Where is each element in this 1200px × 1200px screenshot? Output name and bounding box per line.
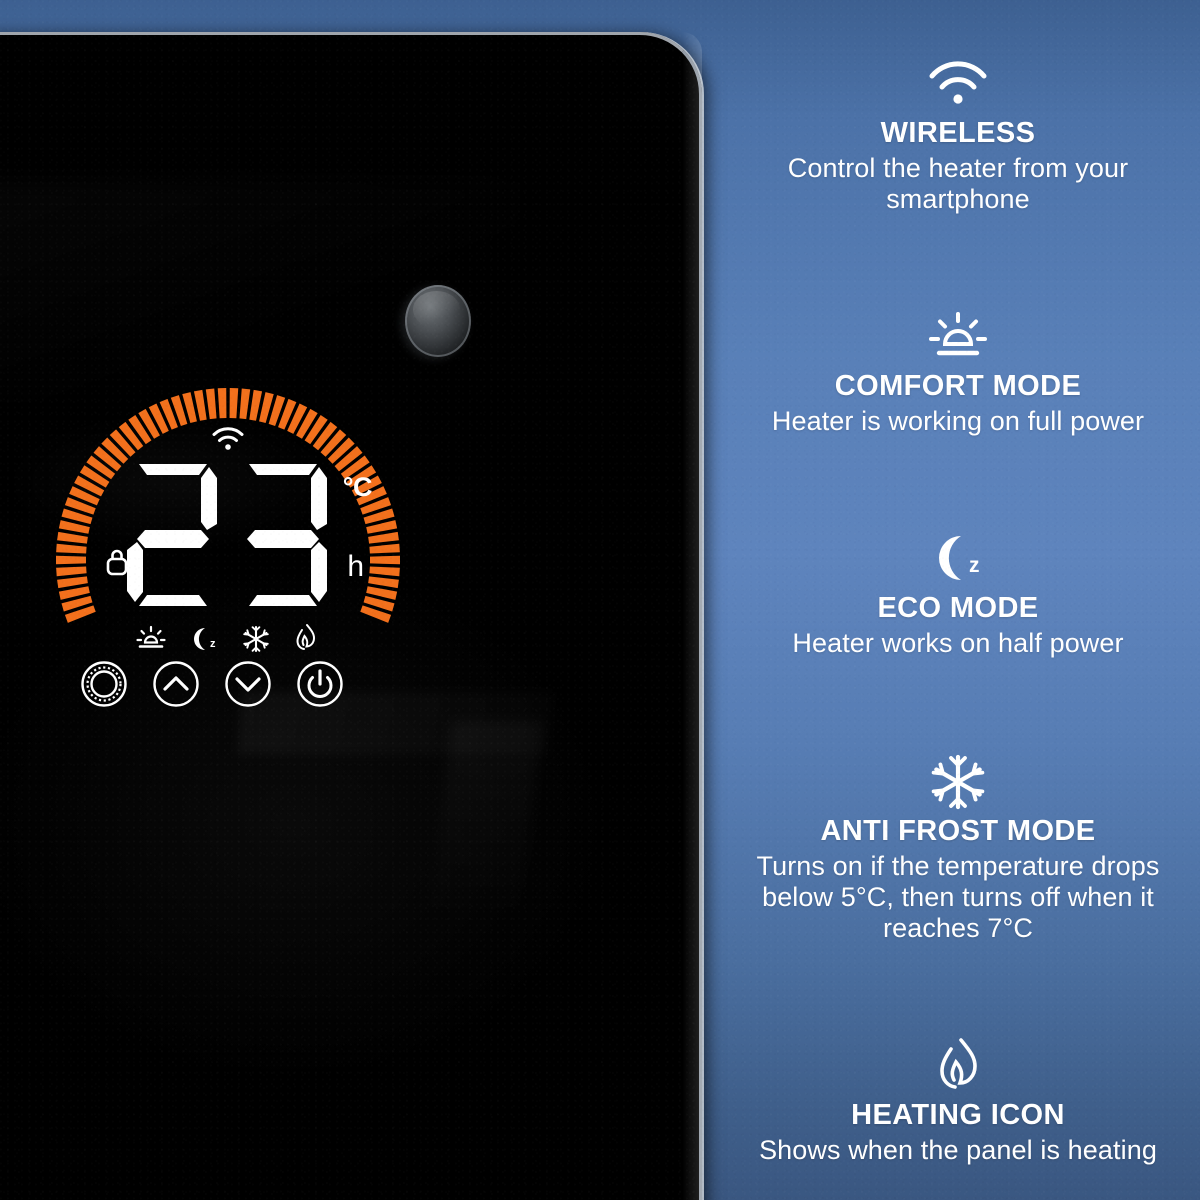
snowflake-icon — [724, 754, 1192, 810]
feature-title: WIRELESS — [880, 117, 1036, 149]
power-button[interactable] — [296, 660, 344, 708]
flame-icon — [724, 1038, 1192, 1094]
feature-list: WIRELESS Control the heater from your sm… — [716, 0, 1200, 1200]
feature-description: Control the heater from your smartphone — [787, 152, 1129, 214]
power-knob[interactable] — [405, 285, 471, 357]
wifi-icon — [211, 426, 245, 456]
snowflake-icon — [242, 625, 270, 658]
infographic-page: °C h z WIRELESS Control the heater from … — [0, 0, 1200, 1200]
glass-reflection — [427, 722, 543, 922]
sun-icon — [724, 309, 1192, 365]
touch-button-row — [80, 660, 344, 708]
knob-gloss — [412, 290, 461, 329]
moon-z-icon: z — [724, 531, 1192, 587]
feature-description: Heater is working on full power — [771, 406, 1145, 437]
svg-text:z: z — [210, 638, 216, 650]
flame-icon — [292, 623, 320, 658]
feature-title: COMFORT MODE — [834, 370, 1082, 403]
feature-description: Shows when the panel is heating — [759, 1134, 1157, 1165]
feature-wireless: WIRELESS Control the heater from your sm… — [716, 56, 1200, 215]
temperature-unit: °C — [342, 472, 373, 502]
temperature-digits — [125, 460, 331, 610]
lock-icon — [104, 546, 130, 583]
feature-title: ECO MODE — [877, 592, 1039, 625]
sun-icon — [136, 625, 166, 658]
feature-eco-mode: z ECO MODE Heater works on half power — [716, 531, 1200, 659]
hours-unit: h — [347, 550, 364, 583]
digit-ones — [247, 464, 327, 606]
decrease-button[interactable] — [224, 660, 272, 708]
wifi-icon — [724, 56, 1192, 112]
lcd-readout: °C h z — [106, 420, 373, 660]
feature-title: HEATING ICON — [851, 1099, 1065, 1132]
panel-edge-highlight — [682, 32, 702, 1200]
svg-text:z: z — [969, 554, 980, 577]
feature-anti-frost-mode: ANTI FROST MODE Turns on if the temperat… — [716, 754, 1200, 944]
mode-indicator-row: z — [136, 623, 320, 658]
feature-description: Turns on if the temperature drops below … — [756, 850, 1160, 943]
feature-comfort-mode: COMFORT MODE Heater is working on full p… — [716, 309, 1200, 437]
feature-description: Heater works on half power — [792, 628, 1124, 659]
feature-heating-icon: HEATING ICON Shows when the panel is hea… — [716, 1038, 1200, 1166]
mode-button[interactable] — [80, 660, 128, 708]
feature-title: ANTI FROST MODE — [820, 814, 1096, 847]
digit-tens — [127, 464, 217, 606]
increase-button[interactable] — [152, 660, 200, 708]
moon-z-icon: z — [188, 625, 220, 658]
glass-heater-panel: °C h z — [0, 32, 702, 1200]
